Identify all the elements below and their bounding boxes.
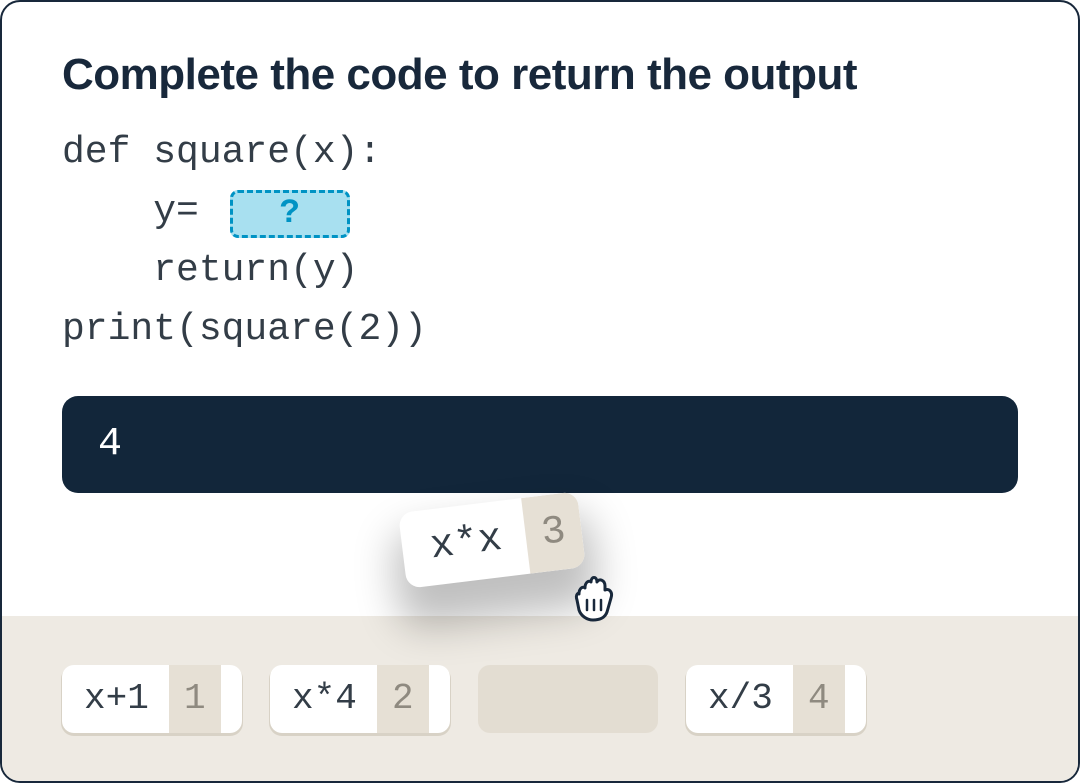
code-drop-target[interactable]: ? xyxy=(230,190,350,238)
expected-output: 4 xyxy=(62,396,1018,493)
option-label: x/3 xyxy=(686,665,793,733)
option-empty-slot[interactable] xyxy=(478,665,658,733)
grab-cursor-icon xyxy=(567,568,623,629)
option-number: 4 xyxy=(793,665,845,733)
option-label: x+1 xyxy=(62,665,169,733)
exercise-card: Complete the code to return the output d… xyxy=(0,0,1080,783)
option-tile-4[interactable]: x/3 4 xyxy=(686,665,866,733)
code-line-4: print(square(2)) xyxy=(62,301,1018,360)
option-tile-1[interactable]: x+1 1 xyxy=(62,665,242,733)
options-tray: x+1 1 x*4 2 x/3 4 xyxy=(2,616,1078,781)
code-line-1: def square(x): xyxy=(62,124,1018,183)
code-line-3: return(y) xyxy=(62,242,1018,301)
option-label: x*4 xyxy=(270,665,377,733)
code-line-2: y= ? xyxy=(62,183,1018,242)
option-tile-2[interactable]: x*4 2 xyxy=(270,665,450,733)
dragging-option-tile[interactable]: x*x 3 xyxy=(398,491,586,588)
option-number: 1 xyxy=(169,665,221,733)
option-number: 2 xyxy=(377,665,429,733)
code-line-2-prefix: y= xyxy=(62,183,222,242)
exercise-heading: Complete the code to return the output xyxy=(2,2,1078,124)
code-block: def square(x): y= ? return(y) print(squa… xyxy=(2,124,1078,384)
option-number: 3 xyxy=(521,491,586,573)
option-label: x*x xyxy=(398,498,530,589)
